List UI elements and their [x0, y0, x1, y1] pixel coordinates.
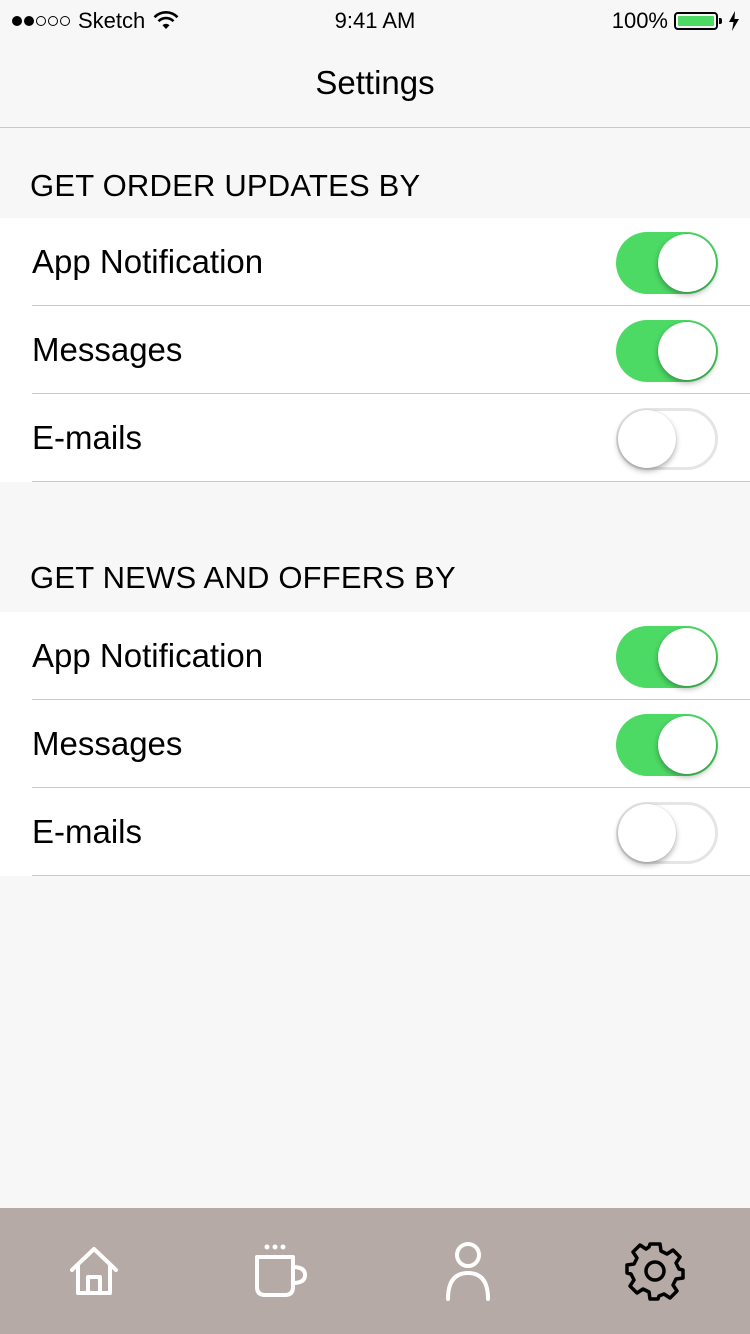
section-header-order-updates: GET ORDER UPDATES BY — [30, 168, 421, 203]
user-icon — [445, 1242, 490, 1301]
setting-label: Messages — [32, 725, 183, 762]
setting-row-news-messages: Messages — [0, 700, 750, 788]
gear-icon — [624, 1242, 685, 1301]
setting-row-order-app-notification: App Notification — [0, 218, 750, 306]
order-updates-group: App Notification Messages E-mails — [0, 218, 750, 482]
tab-home[interactable] — [0, 1208, 187, 1334]
tab-coffee[interactable] — [187, 1208, 374, 1334]
tab-profile[interactable] — [374, 1208, 561, 1334]
coffee-cup-icon — [254, 1244, 307, 1297]
tab-settings[interactable] — [561, 1208, 748, 1334]
home-icon — [69, 1247, 118, 1295]
setting-label: E-mails — [32, 813, 143, 850]
setting-label: App Notification — [32, 243, 264, 280]
order-emails-toggle[interactable] — [616, 408, 718, 470]
row-divider — [32, 875, 750, 876]
setting-label: E-mails — [32, 419, 143, 456]
setting-label: App Notification — [32, 637, 264, 674]
row-divider — [32, 481, 750, 482]
order-messages-toggle[interactable] — [616, 320, 718, 382]
news-messages-toggle[interactable] — [616, 714, 718, 776]
news-app-notification-toggle[interactable] — [616, 626, 718, 688]
charging-bolt-icon — [729, 11, 739, 31]
navigation-bar: Settings — [0, 40, 750, 128]
battery-icon — [674, 12, 722, 30]
setting-label: Messages — [32, 331, 183, 368]
setting-row-order-emails: E-mails — [0, 394, 750, 482]
news-emails-toggle[interactable] — [616, 802, 718, 864]
setting-row-news-emails: E-mails — [0, 788, 750, 876]
status-right: 100% — [612, 8, 740, 34]
page-title: Settings — [315, 64, 435, 101]
setting-row-order-messages: Messages — [0, 306, 750, 394]
news-offers-group: App Notification Messages E-mails — [0, 612, 750, 876]
section-header-news-offers: GET NEWS AND OFFERS BY — [30, 560, 456, 595]
order-app-notification-toggle[interactable] — [616, 232, 718, 294]
battery-percentage: 100% — [611, 8, 668, 33]
status-bar: Sketch 9:41 AM 100% — [0, 0, 750, 40]
setting-row-news-app-notification: App Notification — [0, 612, 750, 700]
tab-bar — [0, 1208, 750, 1334]
